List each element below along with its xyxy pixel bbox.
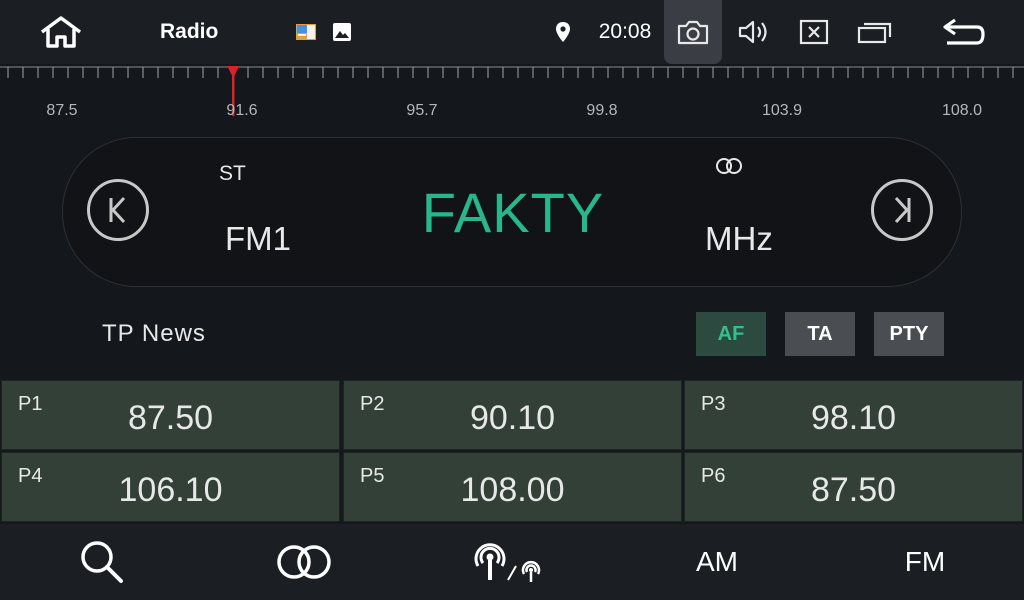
preset-button[interactable]: P6 87.50	[684, 452, 1023, 522]
back-arrow-icon	[943, 18, 985, 45]
scale-label: 87.5	[46, 102, 78, 119]
dx-local-icon	[474, 543, 541, 582]
scale-label: 103.9	[761, 102, 803, 119]
pty-button[interactable]: PTY	[874, 312, 944, 356]
seek-back-button[interactable]	[87, 179, 149, 241]
tuning-marker-head	[227, 66, 240, 78]
seek-forward-button[interactable]	[871, 179, 933, 241]
scale-label: 91.6	[226, 102, 258, 119]
stereo-mode-button[interactable]	[262, 524, 346, 600]
frequency-scale[interactable]: 87.5 91.6 95.7 99.8 103.9 108.0	[0, 64, 1024, 124]
preset-button[interactable]: P2 90.10	[343, 380, 682, 450]
location-icon	[550, 0, 576, 64]
af-button[interactable]: AF	[696, 312, 766, 356]
scale-label: 108.0	[941, 102, 983, 119]
app-title: Radio	[160, 20, 219, 43]
search-icon	[81, 541, 123, 583]
stereo-rings-icon	[716, 158, 742, 174]
seek-forward-icon	[894, 196, 911, 224]
preset-grid: P1 87.50 P2 90.10 P3 98.10 P4 106.10 P5 …	[0, 378, 1024, 524]
recent-apps-button[interactable]	[846, 0, 904, 64]
stereo-indicator: ST	[219, 162, 246, 185]
fm-band-button[interactable]: FM	[880, 524, 970, 600]
preset-frequency: 98.10	[810, 399, 897, 437]
station-display: ST FM1 FAKTY MHz	[62, 137, 962, 287]
clock: 20:08	[598, 20, 652, 43]
search-button[interactable]	[60, 524, 144, 600]
preset-frequency: 87.50	[810, 471, 897, 509]
rds-info: TP News	[102, 320, 206, 347]
preset-button[interactable]: P5 108.00	[343, 452, 682, 522]
camera-icon	[677, 20, 709, 45]
photo-notification-icon	[292, 0, 320, 64]
volume-icon	[738, 20, 767, 44]
close-app-button[interactable]	[786, 0, 842, 64]
preset-frequency: 108.00	[460, 471, 565, 509]
station-name: FAKTY	[421, 181, 605, 244]
bottom-bar: AM FM	[0, 524, 1024, 600]
scale-ticks	[0, 66, 1024, 116]
volume-button[interactable]	[726, 0, 782, 64]
seek-back-icon	[109, 196, 126, 224]
dx-local-button[interactable]	[460, 524, 560, 600]
preset-button[interactable]: P3 98.10	[684, 380, 1023, 450]
preset-frequency: 106.10	[118, 471, 223, 509]
am-band-button[interactable]: AM	[672, 524, 762, 600]
back-button[interactable]	[928, 0, 1000, 64]
scale-label: 95.7	[406, 102, 438, 119]
gallery-notification-icon	[328, 0, 356, 64]
home-button[interactable]	[30, 0, 92, 64]
home-icon	[40, 16, 82, 48]
band-label: FM1	[225, 220, 291, 257]
frequency-unit: MHz	[705, 220, 773, 257]
preset-button[interactable]: P1 87.50	[1, 380, 340, 450]
status-bar: Radio 20:08	[0, 0, 1024, 64]
ta-button[interactable]: TA	[785, 312, 855, 356]
stereo-icon	[277, 545, 331, 579]
preset-button[interactable]: P4 106.10	[1, 452, 340, 522]
scale-label: 99.8	[586, 102, 618, 119]
preset-frequency: 90.10	[469, 399, 556, 437]
preset-frequency: 87.50	[127, 399, 214, 437]
recent-apps-icon	[857, 22, 892, 44]
screenshot-button[interactable]	[664, 0, 722, 64]
close-window-icon	[799, 19, 829, 45]
